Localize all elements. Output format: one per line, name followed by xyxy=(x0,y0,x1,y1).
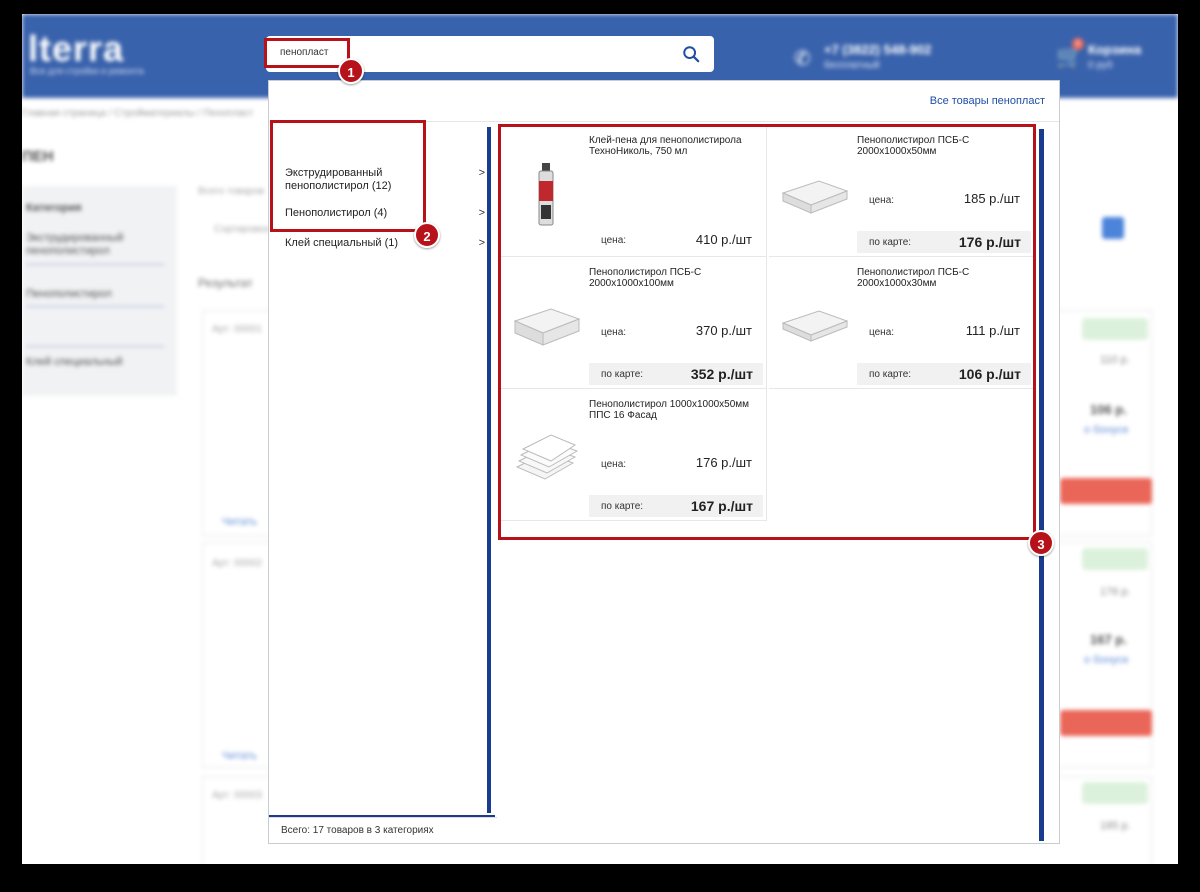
chevron-right-icon: > xyxy=(478,167,485,179)
row-bonus-link[interactable]: о бонусе xyxy=(1084,654,1129,666)
category-scrollbar[interactable] xyxy=(487,127,491,813)
add-to-cart-button[interactable] xyxy=(1060,478,1152,504)
annotation-badge-3: 3 xyxy=(1028,530,1054,556)
filter-divider xyxy=(26,264,164,265)
site-logo[interactable]: lterra xyxy=(28,28,124,70)
row-article: Арт: 00001 xyxy=(212,324,262,335)
annotation-box-3 xyxy=(498,124,1036,540)
filter-item[interactable]: Клей специальный xyxy=(26,356,123,368)
row-price: 110 р. xyxy=(1100,354,1130,366)
breadcrumb[interactable]: Главная страница / Стройматериалы / Пено… xyxy=(22,108,253,119)
sort-label[interactable]: Сортировка xyxy=(214,224,269,235)
stock-badge xyxy=(1082,318,1148,340)
read-more-link[interactable]: Читать xyxy=(222,516,257,528)
row-article: Арт: 00003 xyxy=(212,790,262,801)
read-more-link[interactable]: Читать xyxy=(222,750,257,762)
row-card-price: 106 р. xyxy=(1090,402,1127,417)
row-article: Арт: 00002 xyxy=(212,558,262,569)
results-label: Результат xyxy=(198,276,253,290)
page-title: ПЕН xyxy=(22,148,54,165)
chevron-right-icon: > xyxy=(478,237,485,249)
cart-count-badge: 0 xyxy=(1072,38,1084,50)
products-scrollbar[interactable] xyxy=(1039,129,1044,841)
stock-badge xyxy=(1082,548,1148,570)
results-summary: Всего: 17 товаров в 3 категориях xyxy=(269,817,497,843)
header-phone[interactable]: +7 (3822) 548-902 xyxy=(824,42,931,57)
chevron-right-icon: > xyxy=(478,207,485,219)
pagination-current[interactable] xyxy=(1102,217,1124,239)
total-label: Всего товаров xyxy=(198,186,265,197)
search-icon[interactable] xyxy=(682,45,700,63)
add-to-cart-button[interactable] xyxy=(1060,710,1152,736)
filter-item[interactable]: Пенополистирол xyxy=(26,288,112,300)
filter-divider xyxy=(26,346,164,347)
category-item[interactable]: Клей специальный (1) > xyxy=(285,237,485,250)
annotation-badge-2: 2 xyxy=(414,222,440,248)
row-bonus-link[interactable]: о бонусе xyxy=(1084,424,1129,436)
screenshot-frame: lterra Все для стройки и ремонта ✆ +7 (3… xyxy=(22,14,1178,864)
all-products-link[interactable]: Все товары пенопласт xyxy=(930,95,1045,107)
annotation-box-1 xyxy=(264,38,350,68)
filter-item[interactable]: Экструдированный пенополистирол xyxy=(26,232,146,258)
logo-tagline: Все для стройки и ремонта xyxy=(30,66,144,76)
stock-badge xyxy=(1082,782,1148,804)
row-price: 176 р. xyxy=(1100,586,1131,598)
annotation-badge-1: 1 xyxy=(338,58,364,84)
phone-icon: ✆ xyxy=(794,48,811,70)
filter-heading: Категория xyxy=(26,202,82,214)
filter-divider xyxy=(26,306,164,307)
annotation-box-2 xyxy=(270,120,426,232)
cart-label[interactable]: Корзина xyxy=(1088,42,1141,57)
row-card-price: 167 р. xyxy=(1090,632,1127,647)
category-label: Клей специальный (1) xyxy=(285,237,399,249)
cart-sum: 0 руб xyxy=(1088,60,1113,71)
row-price: 185 р. xyxy=(1100,820,1131,832)
header-phone-sub: бесплатный xyxy=(824,60,880,71)
